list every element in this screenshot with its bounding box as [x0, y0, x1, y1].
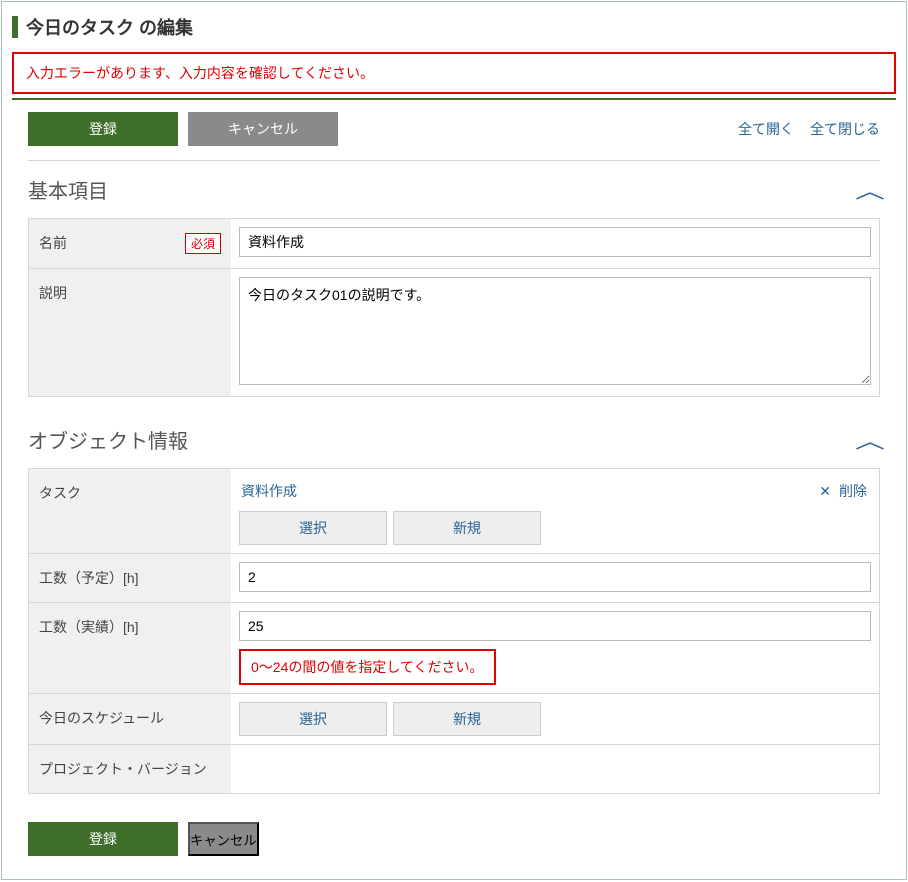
header-divider [12, 98, 896, 100]
row-name: 名前 必須 [29, 219, 879, 269]
label-today-schedule-text: 今日のスケジュール [39, 708, 164, 728]
task-link[interactable]: 資料作成 [241, 481, 297, 501]
required-badge: 必須 [185, 233, 221, 254]
task-new-button[interactable]: 新規 [393, 511, 541, 545]
section-object-header[interactable]: オブジェクト情報 ︿ [28, 425, 880, 454]
row-description: 説明 [29, 269, 879, 396]
cancel-button-bottom[interactable]: キャンセル [188, 822, 259, 856]
label-hours-actual: 工数（実績）[h] [29, 603, 231, 693]
cancel-button[interactable]: キャンセル [188, 112, 338, 146]
task-sub-buttons: 選択 新規 [239, 511, 871, 545]
schedule-new-button[interactable]: 新規 [393, 702, 541, 736]
task-remove-group: ✕ 削除 [819, 481, 867, 501]
cell-today-schedule: 選択 新規 [231, 694, 879, 744]
section-object: オブジェクト情報 ︿ タスク 資料作成 ✕ 削除 選択 [28, 425, 880, 794]
expand-all-link[interactable]: 全て開く [738, 119, 794, 139]
cell-hours-planned [231, 554, 879, 602]
label-description: 説明 [29, 269, 231, 396]
label-name: 名前 必須 [29, 219, 231, 268]
label-hours-actual-text: 工数（実績）[h] [39, 617, 139, 637]
name-input[interactable] [239, 227, 871, 257]
top-toolbar: 登録 キャンセル 全て開く 全て閉じる [2, 112, 906, 152]
toolbar-divider [28, 160, 880, 161]
toolbar-links: 全て開く 全て閉じる [738, 119, 880, 139]
row-project-version: プロジェクト・バージョン [29, 745, 879, 793]
close-icon[interactable]: ✕ [819, 483, 831, 500]
hours-planned-input[interactable] [239, 562, 871, 592]
schedule-sub-buttons: 選択 新規 [239, 702, 871, 736]
task-delete-link[interactable]: 削除 [839, 481, 867, 501]
label-name-text: 名前 [39, 233, 67, 253]
title-accent-bar [12, 16, 18, 38]
task-select-button[interactable]: 選択 [239, 511, 387, 545]
row-task: タスク 資料作成 ✕ 削除 選択 新規 [29, 469, 879, 554]
collapse-all-link[interactable]: 全て閉じる [810, 119, 880, 139]
bottom-toolbar: 登録 キャンセル [2, 822, 906, 856]
label-hours-planned: 工数（予定）[h] [29, 554, 231, 602]
description-textarea[interactable] [239, 277, 871, 385]
label-project-version: プロジェクト・バージョン [29, 745, 231, 793]
cell-name [231, 219, 879, 268]
row-today-schedule: 今日のスケジュール 選択 新規 [29, 694, 879, 745]
row-hours-planned: 工数（予定）[h] [29, 554, 879, 603]
chevron-up-icon[interactable]: ︿ [855, 175, 885, 204]
label-project-version-text: プロジェクト・バージョン [39, 759, 207, 779]
cell-task: 資料作成 ✕ 削除 選択 新規 [231, 469, 879, 553]
page-header: 今日のタスク の編集 [2, 2, 906, 42]
page-title: 今日のタスク の編集 [26, 14, 193, 40]
register-button-bottom[interactable]: 登録 [28, 822, 178, 856]
label-task: タスク [29, 469, 231, 553]
task-linked-item-row: 資料作成 ✕ 削除 [239, 477, 871, 505]
basic-form-table: 名前 必須 説明 [28, 218, 880, 397]
section-basic-title: 基本項目 [28, 175, 108, 204]
section-basic-header[interactable]: 基本項目 ︿ [28, 175, 880, 204]
label-today-schedule: 今日のスケジュール [29, 694, 231, 744]
object-form-table: タスク 資料作成 ✕ 削除 選択 新規 [28, 468, 880, 794]
cell-hours-actual: 0～24の間の値を指定してください。 [231, 603, 879, 693]
label-description-text: 説明 [39, 283, 67, 303]
hours-actual-error: 0～24の間の値を指定してください。 [239, 649, 496, 685]
register-button[interactable]: 登録 [28, 112, 178, 146]
hours-actual-input[interactable] [239, 611, 871, 641]
chevron-up-icon[interactable]: ︿ [855, 425, 885, 454]
error-banner: 入力エラーがあります、入力内容を確認してください。 [12, 52, 896, 94]
schedule-select-button[interactable]: 選択 [239, 702, 387, 736]
row-hours-actual: 工数（実績）[h] 0～24の間の値を指定してください。 [29, 603, 879, 694]
cell-description [231, 269, 879, 396]
label-task-text: タスク [39, 483, 81, 503]
section-basic: 基本項目 ︿ 名前 必須 説明 [28, 175, 880, 397]
edit-panel: 今日のタスク の編集 入力エラーがあります、入力内容を確認してください。 登録 … [1, 1, 907, 880]
section-object-title: オブジェクト情報 [28, 425, 188, 454]
label-hours-planned-text: 工数（予定）[h] [39, 568, 139, 588]
cell-project-version [231, 745, 879, 793]
